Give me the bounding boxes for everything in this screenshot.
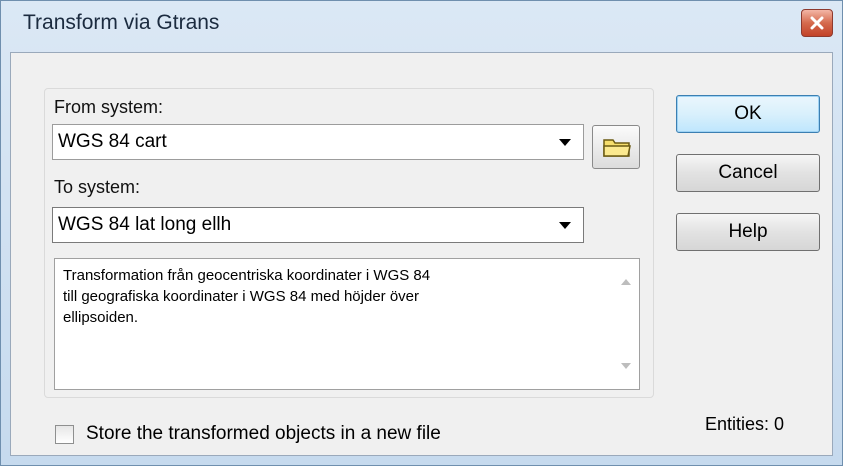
from-system-dropdown[interactable]: WGS 84 cart bbox=[52, 124, 584, 160]
chevron-down-icon bbox=[559, 139, 571, 146]
ok-button[interactable]: OK bbox=[676, 95, 820, 133]
chevron-down-icon bbox=[559, 222, 571, 229]
to-system-dropdown[interactable]: WGS 84 lat long ellh bbox=[52, 207, 584, 243]
description-textbox[interactable]: Transformation från geocentriska koordin… bbox=[54, 258, 640, 390]
close-icon bbox=[810, 16, 824, 30]
close-button[interactable] bbox=[801, 9, 833, 37]
to-system-label: To system: bbox=[54, 177, 141, 197]
scroll-up-icon[interactable] bbox=[621, 279, 631, 285]
from-system-value: WGS 84 cart bbox=[58, 131, 167, 152]
browse-folder-button[interactable] bbox=[592, 125, 640, 169]
folder-icon bbox=[603, 139, 631, 157]
entities-count: Entities: 0 bbox=[705, 414, 785, 434]
description-text: Transformation från geocentriska koordin… bbox=[63, 267, 431, 326]
cancel-button[interactable]: Cancel bbox=[676, 154, 820, 192]
to-system-value: WGS 84 lat long ellh bbox=[58, 214, 232, 235]
store-new-file-checkbox[interactable] bbox=[55, 425, 74, 444]
store-new-file-label[interactable]: Store the transformed objects in a new f… bbox=[86, 423, 441, 445]
scroll-down-icon[interactable] bbox=[621, 363, 631, 369]
help-button[interactable]: Help bbox=[676, 213, 820, 251]
title-bar[interactable]: Transform via Gtrans bbox=[1, 1, 842, 53]
from-system-label: From system: bbox=[54, 97, 164, 117]
window-title: Transform via Gtrans bbox=[23, 11, 220, 34]
